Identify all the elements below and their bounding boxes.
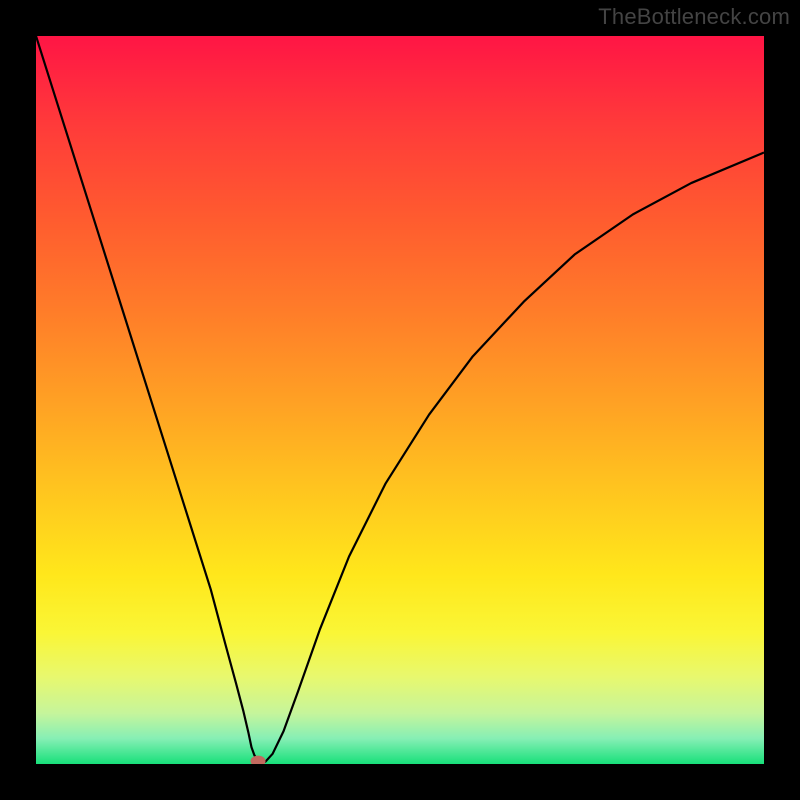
plot-area bbox=[36, 36, 764, 764]
chart-svg bbox=[36, 36, 764, 764]
chart-frame: TheBottleneck.com bbox=[0, 0, 800, 800]
chart-background bbox=[36, 36, 764, 764]
watermark-text: TheBottleneck.com bbox=[598, 4, 790, 30]
optimal-point-marker bbox=[251, 756, 265, 764]
